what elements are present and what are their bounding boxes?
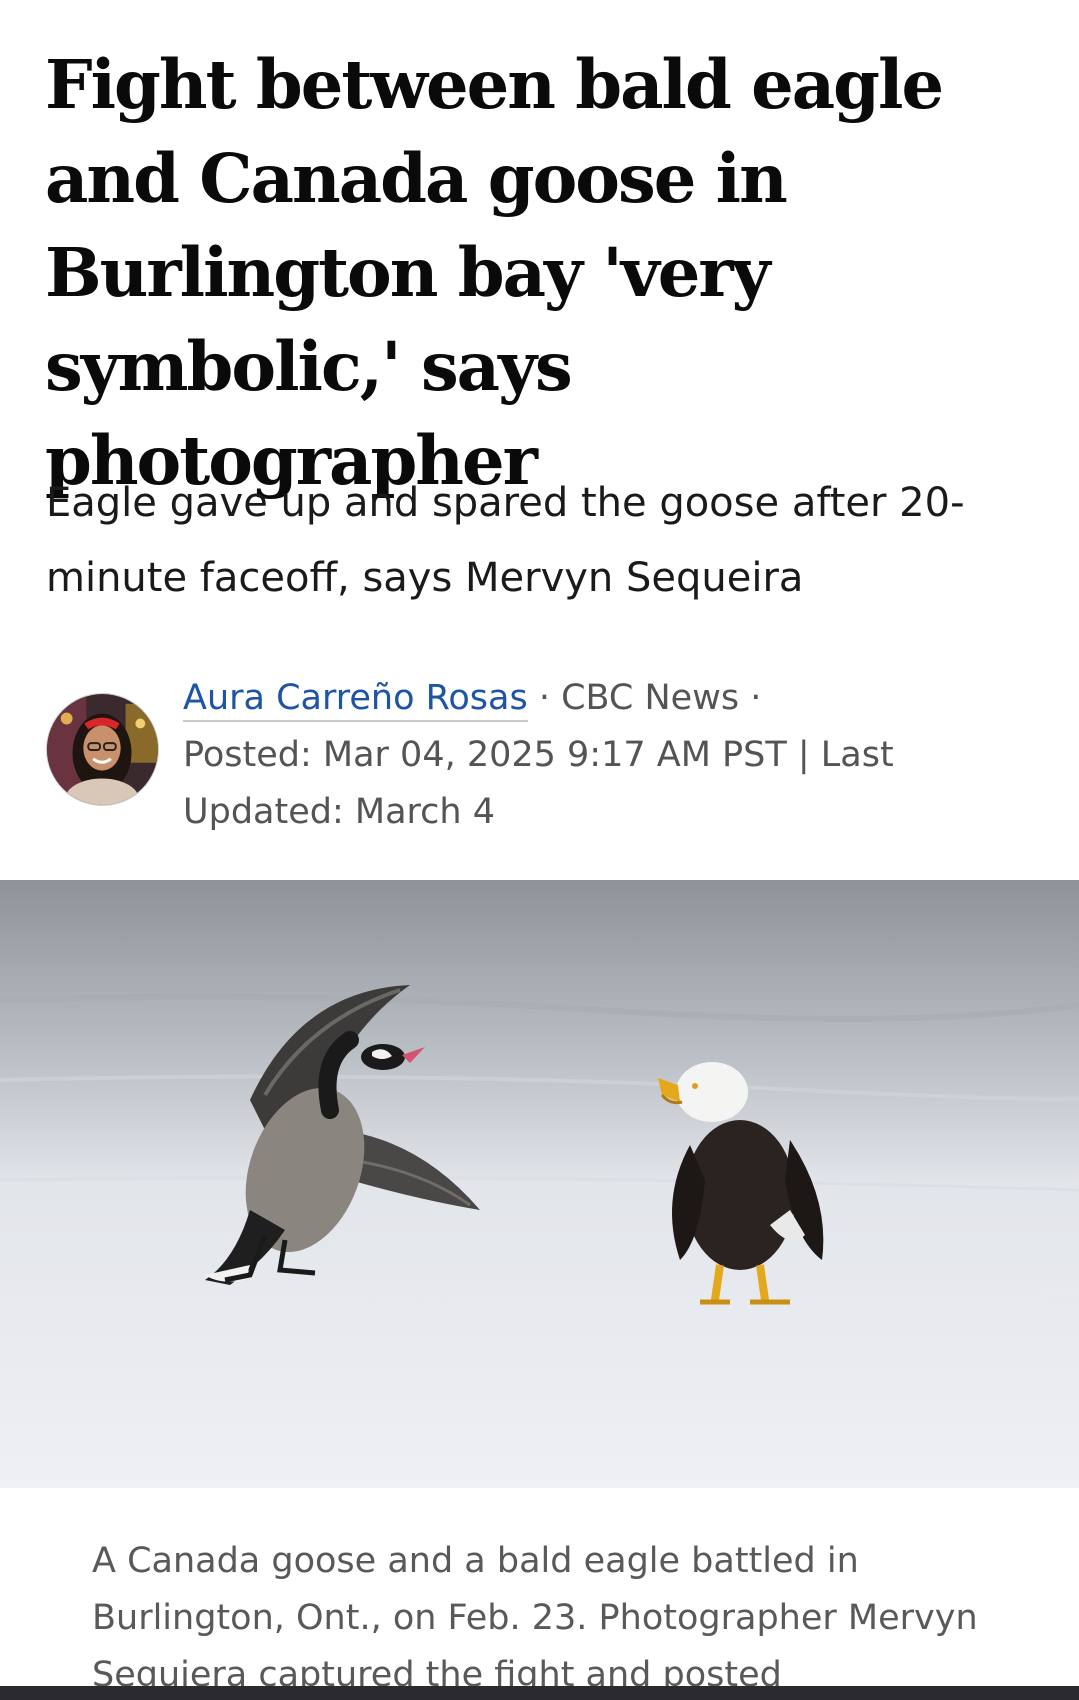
- lead-photo[interactable]: [0, 880, 1079, 1488]
- byline: Aura Carreño Rosas · CBC News · Posted: …: [46, 664, 1046, 844]
- byline-separator: ·: [739, 678, 762, 718]
- eagle-goose-photo-icon: [0, 880, 1079, 1488]
- article-deck: Eagle gave up and spared the goose after…: [46, 480, 965, 601]
- author-link[interactable]: Aura Carreño Rosas: [183, 678, 528, 722]
- article-headline: Fight between bald eagle and Canada goos…: [45, 45, 944, 500]
- article: Fight between bald eagle and Canada goos…: [0, 0, 1079, 1700]
- byline-separator: ·: [527, 678, 562, 718]
- avatar-image: [47, 694, 158, 805]
- byline-text: Aura Carreño Rosas · CBC News · Posted: …: [183, 670, 963, 841]
- author-avatar[interactable]: [46, 693, 159, 806]
- photo-caption: A Canada goose and a bald eagle battled …: [92, 1541, 978, 1695]
- outlet-name: CBC News: [561, 678, 740, 718]
- posted-date: Posted: Mar 04, 2025 9:17 AM PST | Last …: [183, 735, 894, 832]
- bottom-bar: [0, 1686, 1079, 1700]
